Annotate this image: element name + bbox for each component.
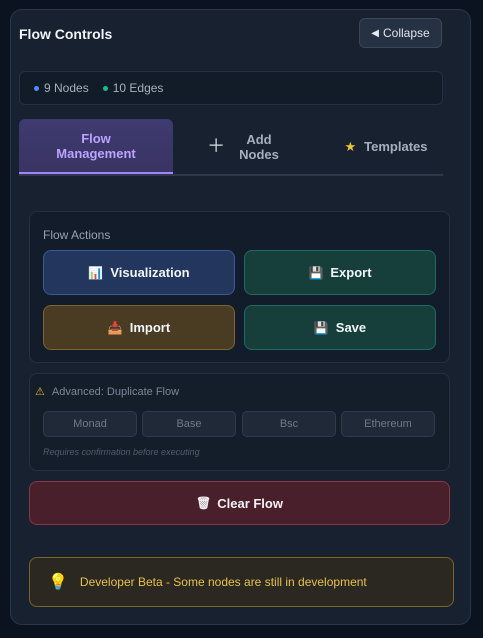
inbox-tray-icon: 📥: [107, 320, 123, 335]
export-button[interactable]: 💾 Export: [244, 250, 436, 295]
duplicate-monad-button[interactable]: Monad: [43, 411, 137, 437]
tab-flow-management[interactable]: Flow Management: [19, 119, 173, 174]
edge-count: 10 Edges: [102, 81, 164, 95]
tab-label-line2: Nodes: [239, 146, 279, 162]
tab-flow-management-label: Flow Management: [56, 131, 135, 161]
floppy-disk-icon: 💾: [308, 265, 324, 280]
visualization-label: Visualization: [110, 265, 190, 280]
node-count: 9 Nodes: [34, 81, 89, 95]
save-label: Save: [335, 320, 367, 335]
developer-beta-notice: 💡 Developer Beta - Some nodes are still …: [29, 557, 454, 607]
edge-dot-icon: [102, 85, 108, 91]
node-dot-icon: [34, 85, 39, 91]
beta-notice-text: Developer Beta - Some nodes are still in…: [79, 575, 367, 589]
node-count-label: 9 Nodes: [44, 81, 89, 95]
bar-chart-icon: 📊: [88, 265, 104, 280]
warning-icon: ⚠: [35, 386, 45, 398]
confirmation-note: Requires confirmation before executing: [43, 447, 200, 457]
clear-flow-label: Clear Flow: [217, 495, 283, 511]
collapse-label: Collapse: [383, 26, 430, 40]
save-button[interactable]: 💾 Save: [244, 305, 436, 350]
tab-label-line2: Management: [56, 145, 136, 161]
tab-label-line1: Add: [246, 131, 272, 147]
plus-icon: ＋: [207, 136, 226, 156]
panel-title: Flow Controls: [19, 26, 113, 42]
clear-flow-button[interactable]: 🗑 Clear Flow: [29, 481, 450, 525]
floppy-disk-icon: 💾: [313, 320, 329, 335]
duplicate-base-button[interactable]: Base: [142, 411, 236, 437]
export-label: Export: [330, 265, 372, 280]
tab-bar: Flow Management ＋ Add Nodes ★ Templates: [19, 119, 443, 176]
triangle-left-icon: ◀: [371, 27, 379, 39]
trash-can-icon: 🗑: [196, 496, 212, 510]
duplicate-ethereum-button[interactable]: Ethereum: [341, 411, 435, 437]
tab-templates[interactable]: ★ Templates: [329, 119, 443, 174]
tab-add-nodes-label: Add Nodes: [239, 132, 279, 162]
advanced-duplicate-title: ⚠ Advanced: Duplicate Flow: [35, 385, 180, 399]
import-button[interactable]: 📥 Import: [43, 305, 235, 350]
advanced-duplicate-label: Advanced: Duplicate Flow: [51, 385, 180, 398]
tab-add-nodes[interactable]: ＋ Add Nodes: [183, 119, 303, 174]
tab-templates-label: Templates: [364, 139, 428, 154]
duplicate-bsc-button[interactable]: Bsc: [242, 411, 336, 437]
collapse-button[interactable]: ◀ Collapse: [359, 18, 442, 48]
flow-stats: 9 Nodes 10 Edges: [19, 71, 443, 105]
visualization-button[interactable]: 📊 Visualization: [43, 250, 235, 295]
flow-actions-title: Flow Actions: [43, 228, 111, 242]
star-icon: ★: [344, 139, 357, 154]
tab-label-line1: Flow: [81, 130, 111, 146]
lightbulb-icon: 💡: [48, 574, 68, 591]
edge-count-label: 10 Edges: [112, 81, 164, 95]
import-label: Import: [129, 320, 171, 335]
